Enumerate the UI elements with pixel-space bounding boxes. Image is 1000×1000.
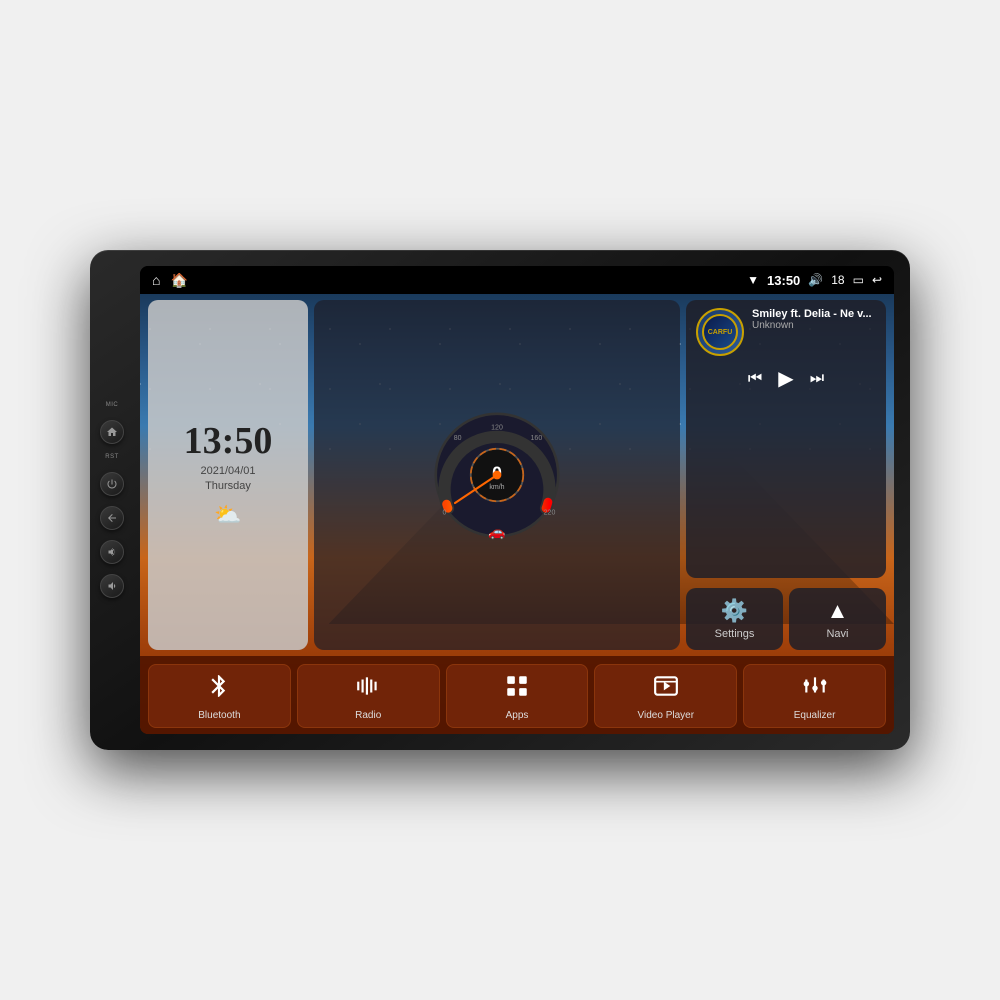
video-player-label: Video Player bbox=[638, 710, 695, 721]
speedometer-widget: 0 80 120 160 220 0 km/h bbox=[314, 300, 680, 650]
video-player-button[interactable]: Video Player bbox=[594, 664, 737, 728]
music-artist: Unknown bbox=[752, 320, 876, 331]
svg-text:120: 120 bbox=[491, 425, 503, 432]
volume-level: 18 bbox=[831, 273, 844, 287]
back-side-button[interactable] bbox=[100, 506, 124, 530]
svg-text:km/h: km/h bbox=[489, 484, 504, 491]
radio-icon bbox=[355, 673, 381, 705]
equalizer-button[interactable]: Equalizer bbox=[743, 664, 886, 728]
status-bar: ⌂ 🏠 ▼ 13:50 🔊 18 ▭ ↩ bbox=[140, 266, 894, 294]
music-top: CARFU Smiley ft. Delia - Ne v... Unknown bbox=[696, 308, 876, 356]
clock-widget: 13:50 2021/04/01 Thursday ⛅ bbox=[148, 300, 308, 650]
music-controls: ⏮ ▶ ⏭ bbox=[696, 364, 876, 393]
apps-label: Apps bbox=[506, 710, 529, 721]
clock-date: 2021/04/01 Thursday bbox=[200, 464, 255, 495]
video-player-icon bbox=[653, 673, 679, 705]
settings-label: Settings bbox=[715, 628, 755, 640]
right-column: CARFU Smiley ft. Delia - Ne v... Unknown… bbox=[686, 300, 886, 650]
weather-icon: ⛅ bbox=[214, 502, 241, 528]
navi-button[interactable]: ▲ Navi bbox=[789, 588, 886, 650]
svg-text:🚗: 🚗 bbox=[488, 523, 505, 540]
vol-down-button[interactable] bbox=[100, 574, 124, 598]
settings-icon: ⚙️ bbox=[721, 598, 748, 624]
house-icon: 🏠 bbox=[170, 272, 187, 289]
status-time: 13:50 bbox=[767, 273, 800, 288]
status-left: ⌂ 🏠 bbox=[152, 272, 188, 289]
side-buttons-panel: MIC RST bbox=[100, 402, 124, 598]
mic-label: MIC bbox=[106, 402, 119, 408]
status-right: ▼ 13:50 🔊 18 ▭ ↩ bbox=[747, 273, 882, 288]
radio-label: Radio bbox=[355, 710, 381, 721]
bluetooth-icon bbox=[206, 673, 232, 705]
main-screen: ⌂ 🏠 ▼ 13:50 🔊 18 ▭ ↩ 13:50 bbox=[140, 266, 894, 734]
widgets-row: 13:50 2021/04/01 Thursday ⛅ bbox=[140, 294, 894, 656]
equalizer-label: Equalizer bbox=[794, 710, 836, 721]
svg-text:80: 80 bbox=[454, 435, 462, 442]
navi-label: Navi bbox=[826, 628, 848, 640]
play-button[interactable]: ▶ bbox=[776, 364, 795, 393]
music-title: Smiley ft. Delia - Ne v... bbox=[752, 308, 876, 320]
prev-button[interactable]: ⏮ bbox=[746, 368, 764, 390]
album-art: CARFU bbox=[696, 308, 744, 356]
settings-navi-row: ⚙️ Settings ▲ Navi bbox=[686, 588, 886, 650]
radio-button[interactable]: Radio bbox=[297, 664, 440, 728]
navi-icon: ▲ bbox=[827, 598, 849, 624]
rst-label: RST bbox=[105, 454, 119, 460]
bluetooth-label: Bluetooth bbox=[198, 710, 240, 721]
app-bar: Bluetooth Radio bbox=[140, 656, 894, 734]
home-side-button[interactable] bbox=[100, 420, 124, 444]
music-info: Smiley ft. Delia - Ne v... Unknown bbox=[752, 308, 876, 331]
clock-display: 13:50 bbox=[184, 422, 273, 460]
wifi-icon: ▼ bbox=[747, 273, 759, 287]
home-status-icon: ⌂ bbox=[152, 272, 160, 288]
music-widget: CARFU Smiley ft. Delia - Ne v... Unknown… bbox=[686, 300, 886, 578]
svg-text:160: 160 bbox=[531, 435, 543, 442]
svg-text:220: 220 bbox=[544, 509, 556, 516]
main-content-area: 13:50 2021/04/01 Thursday ⛅ bbox=[140, 294, 894, 734]
car-head-unit: MIC RST ⌂ 🏠 ▼ 13:50 🔊 bbox=[90, 250, 910, 750]
back-nav-icon: ↩ bbox=[872, 273, 882, 287]
apps-icon bbox=[504, 673, 530, 705]
volume-icon: 🔊 bbox=[808, 273, 823, 287]
equalizer-icon bbox=[802, 673, 828, 705]
settings-button[interactable]: ⚙️ Settings bbox=[686, 588, 783, 650]
apps-button[interactable]: Apps bbox=[446, 664, 589, 728]
battery-icon: ▭ bbox=[853, 273, 864, 287]
speedometer-svg: 0 80 120 160 220 0 km/h bbox=[427, 405, 567, 545]
vol-up-button[interactable] bbox=[100, 540, 124, 564]
bluetooth-button[interactable]: Bluetooth bbox=[148, 664, 291, 728]
svg-text:0: 0 bbox=[443, 509, 447, 516]
power-side-button[interactable] bbox=[100, 472, 124, 496]
next-button[interactable]: ⏭ bbox=[808, 368, 826, 390]
